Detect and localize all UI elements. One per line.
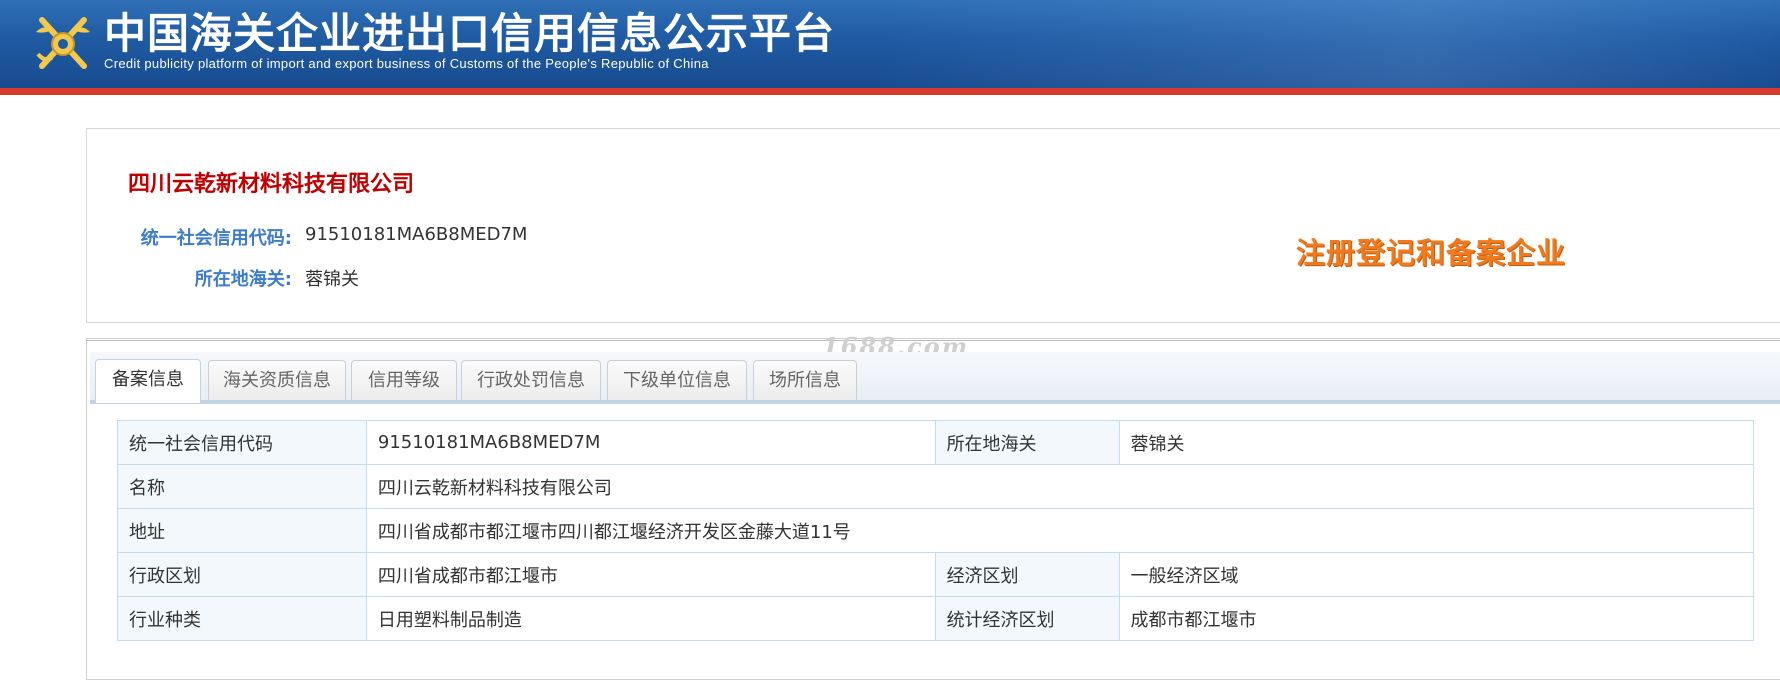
tab-subordinate-units[interactable]: 下级单位信息 bbox=[607, 360, 747, 400]
customs-label: 所在地海关: bbox=[194, 269, 292, 290]
tab-credit-rating[interactable]: 信用等级 bbox=[351, 360, 457, 400]
cell-value: 四川省成都市都江堰市四川都江堰经济开发区金藤大道11号 bbox=[365, 508, 1755, 553]
cell-value: 四川省成都市都江堰市 bbox=[365, 552, 936, 597]
table-row: 行政区划 四川省成都市都江堰市 经济区划 一般经济区域 bbox=[117, 552, 1754, 597]
cell-label: 经济区划 bbox=[934, 552, 1120, 597]
cell-value: 蓉锦关 bbox=[1118, 420, 1754, 465]
filing-info-table: 统一社会信用代码 91510181MA6B8MED7M 所在地海关 蓉锦关 名称… bbox=[117, 420, 1755, 641]
site-header: 中国海关企业进出口信用信息公示平台 Credit publicity platf… bbox=[0, 0, 1780, 88]
table-row: 地址 四川省成都市都江堰市四川都江堰经济开发区金藤大道11号 bbox=[117, 508, 1755, 553]
customs-emblem-icon bbox=[36, 17, 90, 69]
table-row: 统一社会信用代码 91510181MA6B8MED7M 所在地海关 蓉锦关 bbox=[117, 420, 1754, 465]
tab-filing-info[interactable]: 备案信息 bbox=[95, 359, 201, 403]
cell-label: 行业种类 bbox=[117, 596, 367, 641]
cell-label: 地址 bbox=[117, 508, 367, 553]
customs-value: 蓉锦关 bbox=[305, 269, 359, 290]
site-title: 中国海关企业进出口信用信息公示平台 bbox=[104, 9, 836, 58]
cell-value: 成都市都江堰市 bbox=[1118, 596, 1754, 641]
header-sheen bbox=[880, 0, 1780, 88]
cell-value: 四川云乾新材料科技有限公司 bbox=[365, 464, 1755, 509]
cell-value: 日用塑料制品制造 bbox=[365, 596, 936, 641]
cell-value: 91510181MA6B8MED7M bbox=[365, 420, 936, 465]
cell-label: 名称 bbox=[117, 464, 367, 509]
cell-label: 统一社会信用代码 bbox=[117, 420, 367, 465]
table-row: 行业种类 日用塑料制品制造 统计经济区划 成都市都江堰市 bbox=[117, 596, 1754, 641]
credit-code-label: 统一社会信用代码: bbox=[140, 228, 292, 249]
cell-label: 统计经济区划 bbox=[934, 596, 1120, 641]
tab-premises-info[interactable]: 场所信息 bbox=[753, 360, 857, 400]
cell-label: 行政区划 bbox=[117, 552, 367, 597]
cell-label: 所在地海关 bbox=[934, 420, 1120, 465]
registration-status-badge: 注册登记和备案企业 bbox=[1296, 236, 1567, 270]
header-divider bbox=[0, 88, 1780, 95]
site-subtitle: Credit publicity platform of import and … bbox=[104, 56, 709, 71]
cell-value: 一般经济区域 bbox=[1118, 552, 1754, 597]
credit-code-value: 91510181MA6B8MED7M bbox=[305, 224, 528, 245]
table-row: 名称 四川云乾新材料科技有限公司 bbox=[117, 464, 1755, 509]
tab-admin-penalty[interactable]: 行政处罚信息 bbox=[461, 360, 601, 400]
tab-customs-qualification[interactable]: 海关资质信息 bbox=[208, 360, 346, 400]
company-name: 四川云乾新材料科技有限公司 bbox=[128, 172, 415, 197]
